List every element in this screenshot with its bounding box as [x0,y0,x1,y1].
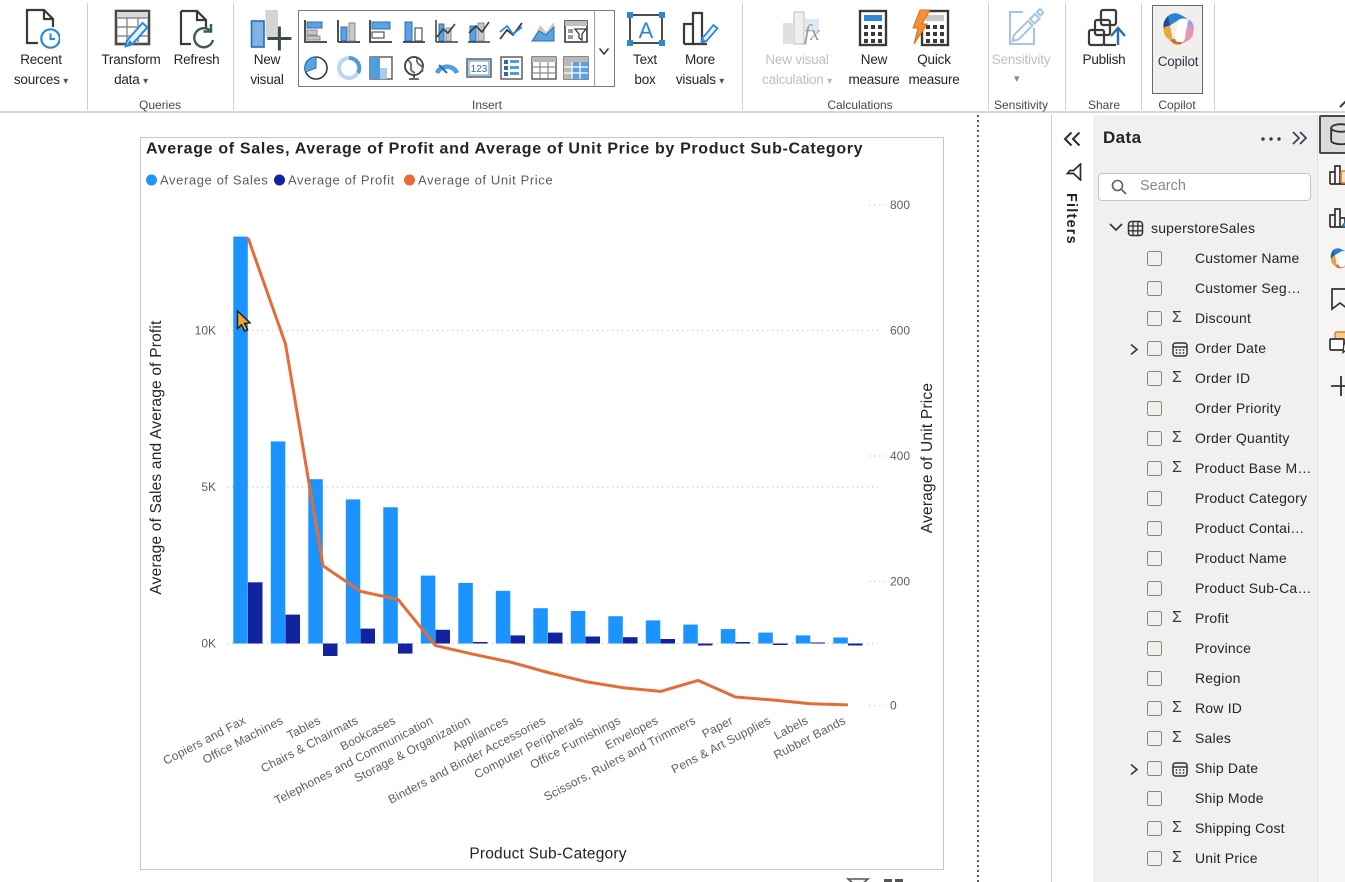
svg-text:123: 123 [471,64,488,75]
svg-text:10K: 10K [195,324,216,338]
svg-text:0: 0 [890,699,897,713]
svg-text:Average of Unit Price: Average of Unit Price [418,173,553,188]
svg-text:800: 800 [890,198,910,212]
svg-text:Average of Profit: Average of Profit [288,173,395,188]
svg-text:400: 400 [890,449,910,463]
svg-text:5K: 5K [201,480,216,494]
svg-text:Average of Sales, Average of P: Average of Sales, Average of Profit and … [146,141,863,158]
svg-text:200: 200 [890,575,910,589]
svg-text:Average of Sales and Average o: Average of Sales and Average of Profit [148,320,165,595]
svg-text:Product Sub-Category: Product Sub-Category [469,846,626,863]
svg-text:0K: 0K [201,637,216,651]
svg-text:600: 600 [890,324,910,338]
svg-text:Average of Sales: Average of Sales [160,173,268,188]
svg-text:fx: fx [804,20,820,45]
svg-text:Average of Unit Price: Average of Unit Price [919,383,936,533]
svg-text:A: A [639,18,654,43]
